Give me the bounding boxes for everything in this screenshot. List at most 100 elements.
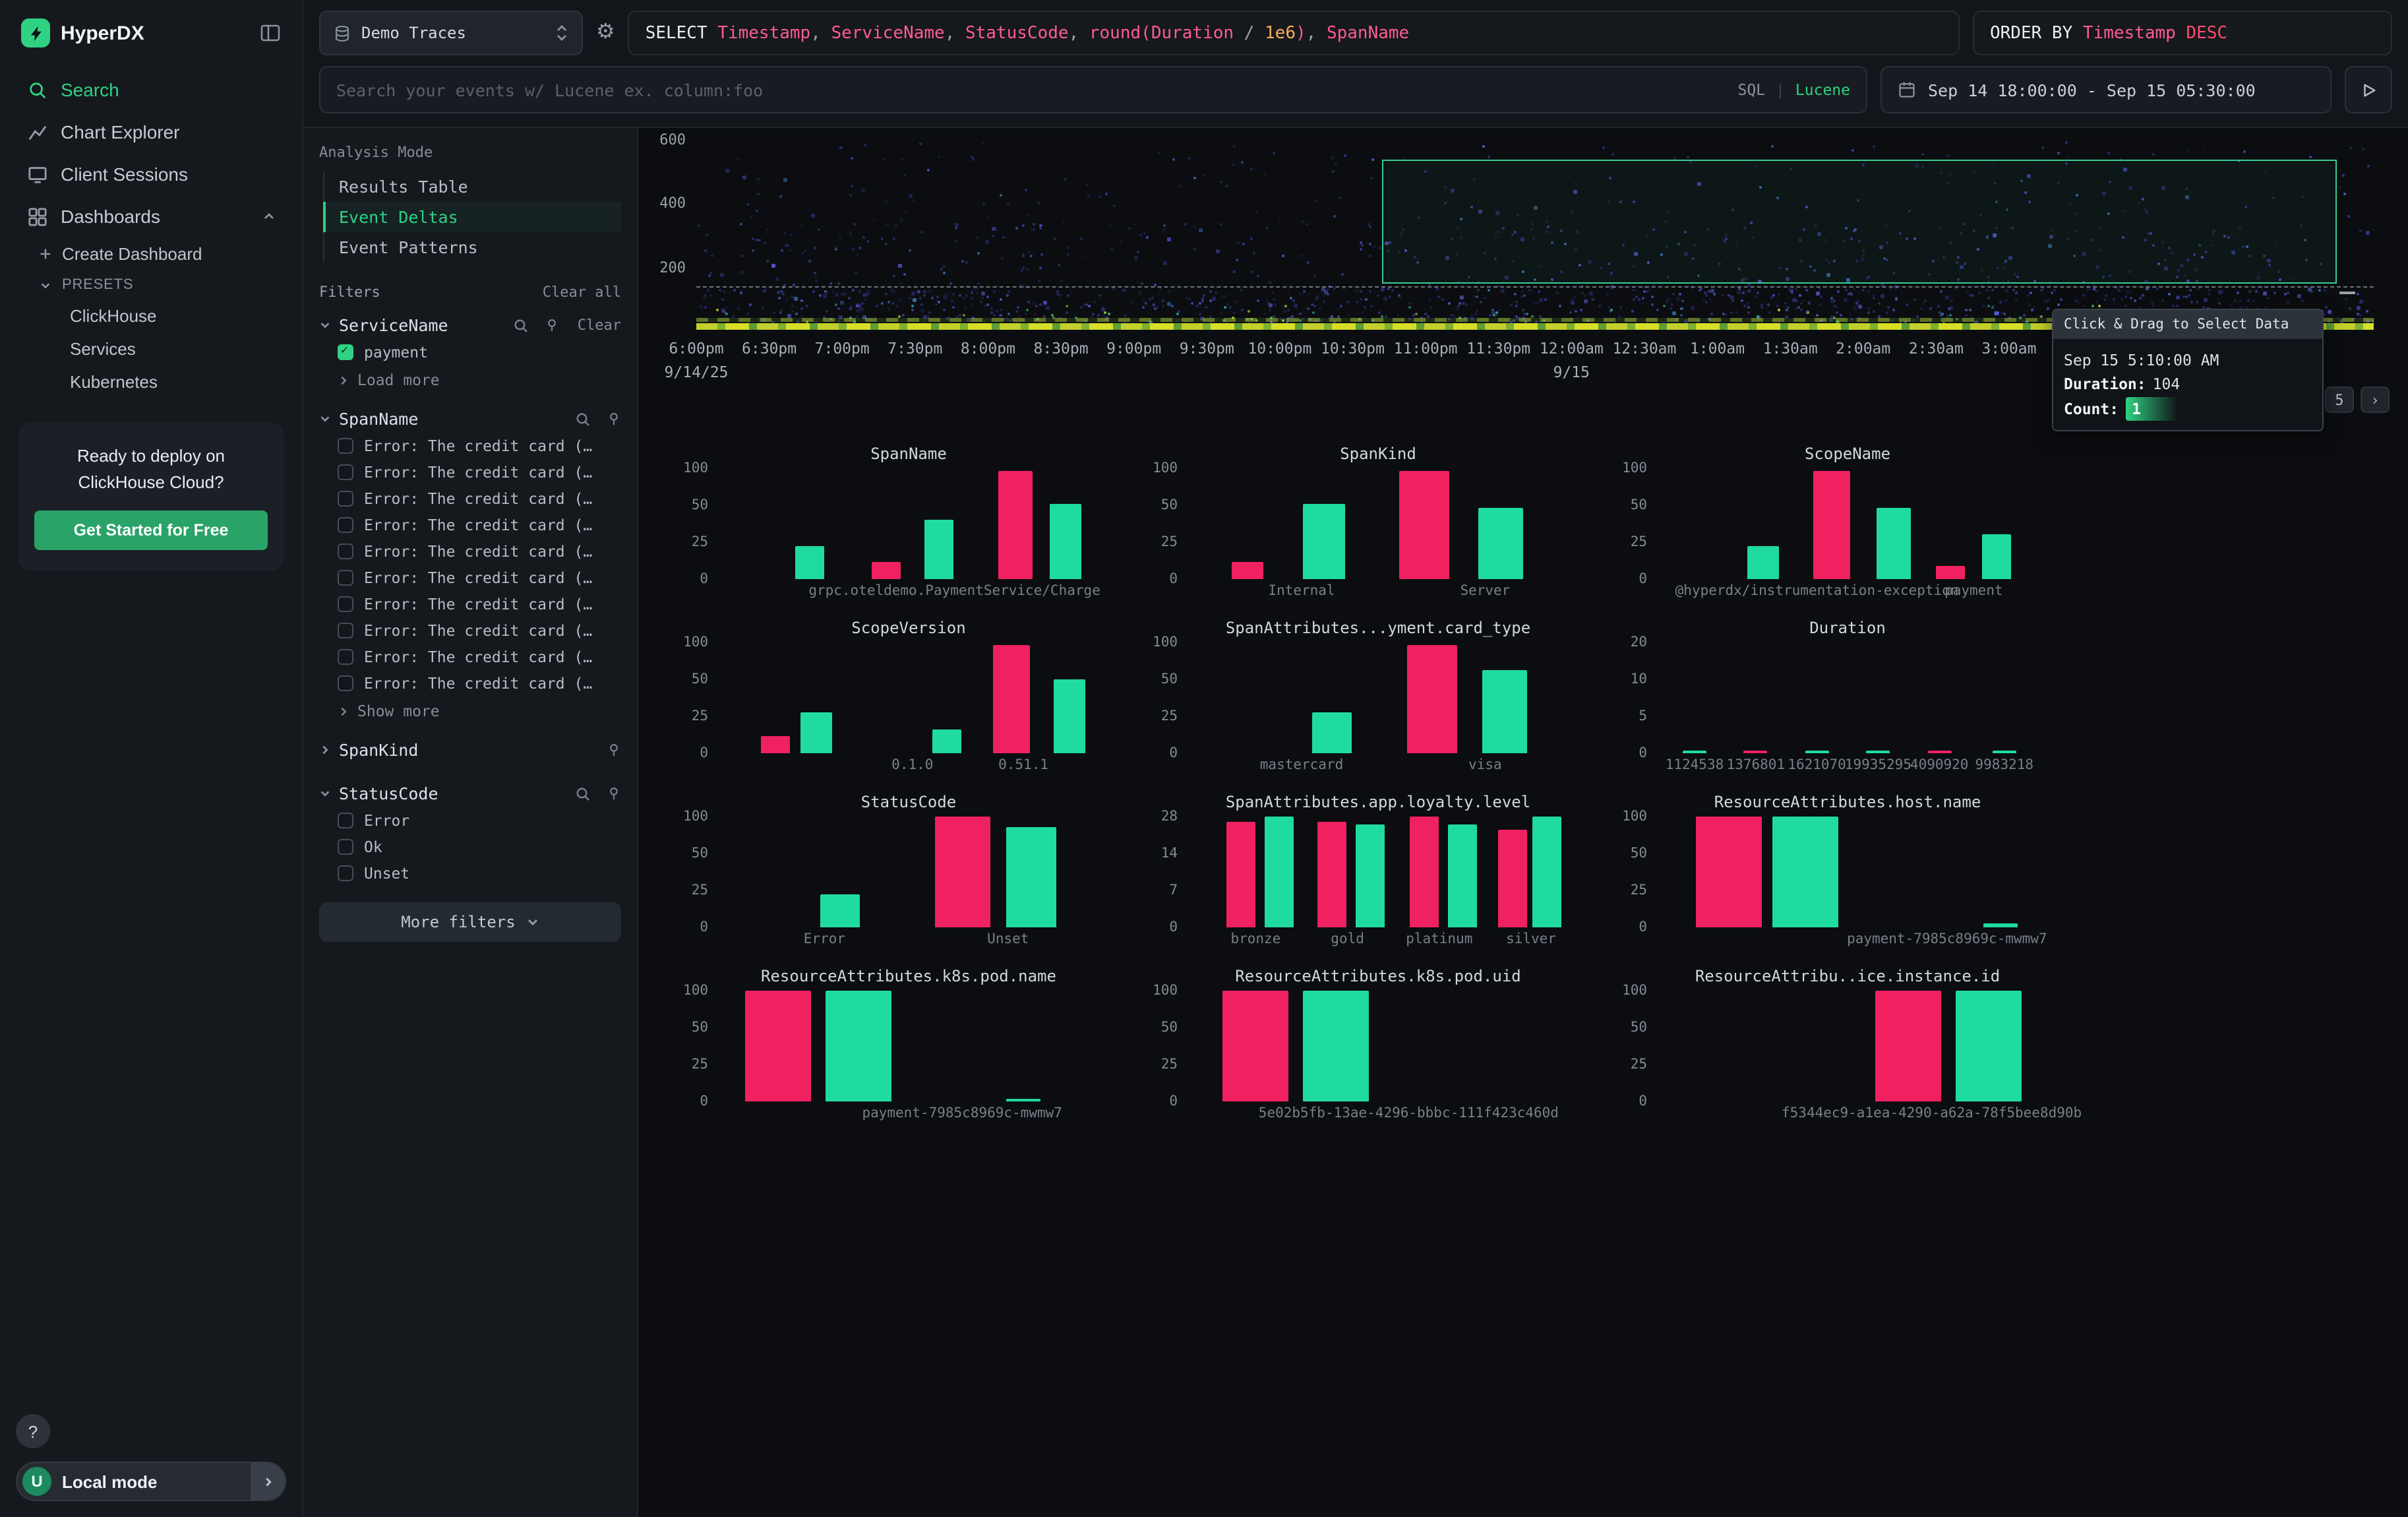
checkbox[interactable]	[338, 438, 353, 454]
search-icon[interactable]	[575, 411, 591, 427]
mini-chart-plot[interactable]	[1187, 642, 1569, 753]
chart-icon	[26, 122, 47, 142]
mini-chart-plot[interactable]	[717, 817, 1100, 927]
page-button[interactable]: 5	[2325, 387, 2354, 413]
sql-token: ServiceName	[831, 23, 945, 43]
more-filters-button[interactable]: More filters	[319, 902, 621, 942]
mini-chart-plot[interactable]	[1656, 642, 2039, 753]
presets-toggle[interactable]: PRESETS	[29, 270, 284, 299]
checkbox[interactable]	[338, 344, 353, 360]
sidebar-item-client-sessions[interactable]: Client Sessions	[18, 153, 284, 195]
mini-chart-plot[interactable]	[1656, 991, 2039, 1101]
dashboards-submenu: Create Dashboard PRESETS ClickHouse Serv…	[18, 237, 284, 398]
checkbox[interactable]	[338, 517, 353, 533]
checkbox[interactable]	[338, 596, 353, 612]
heatmap-plot[interactable]	[696, 133, 2374, 331]
checkbox[interactable]	[338, 491, 353, 507]
mini-chart-plot[interactable]	[1187, 468, 1569, 579]
checkbox[interactable]	[338, 570, 353, 586]
filter-checkbox-row[interactable]: Error: The credit card (…	[319, 512, 621, 538]
load-more-button[interactable]: Load more	[319, 365, 621, 389]
filter-checkbox-row[interactable]: Error: The credit card (…	[319, 433, 621, 459]
sql-mode-toggle[interactable]: SQL	[1737, 80, 1765, 99]
settings-gear-icon[interactable]: ⚙	[596, 22, 615, 44]
chevron-right-icon	[338, 705, 349, 717]
heatmap-yaxis: 200400600	[638, 133, 696, 331]
pin-icon[interactable]	[607, 743, 621, 757]
search-input[interactable]	[336, 80, 1727, 100]
filter-checkbox-row[interactable]: Error: The credit card (…	[319, 538, 621, 565]
x-tick-label: 1124538	[1666, 757, 1724, 773]
analysis-mode-option[interactable]: Event Deltas	[323, 202, 621, 232]
filter-checkbox-row[interactable]: Error: The credit card (…	[319, 459, 621, 485]
filters-header: Filters Clear all	[319, 284, 621, 301]
mini-chart-plot[interactable]	[1656, 817, 2039, 927]
filter-group-header[interactable]: ServiceNameClear	[319, 311, 621, 339]
next-page-button[interactable]: ›	[2361, 387, 2390, 413]
sidebar-item-chart-explorer[interactable]: Chart Explorer	[18, 111, 284, 153]
filter-checkbox-row[interactable]: Error	[319, 807, 621, 834]
filter-checkbox-row[interactable]: Error: The credit card (…	[319, 670, 621, 697]
x-tick-label: 2:00am	[1836, 339, 1890, 357]
drag-selection-box[interactable]	[1382, 159, 2337, 284]
pin-icon[interactable]	[607, 412, 621, 426]
filter-checkbox-row[interactable]: Error: The credit card (…	[319, 485, 621, 512]
mini-chart-plot[interactable]	[717, 468, 1100, 579]
source-select[interactable]: Demo Traces	[319, 11, 583, 55]
filter-group-header[interactable]: StatusCode	[319, 780, 621, 807]
checkbox[interactable]	[338, 464, 353, 480]
get-started-button[interactable]: Get Started for Free	[34, 511, 268, 550]
load-more-button[interactable]: Show more	[319, 697, 621, 720]
order-by-input[interactable]: ORDER BY Timestamp DESC	[1973, 11, 2392, 55]
filter-checkbox-row[interactable]: Error: The credit card (…	[319, 644, 621, 670]
clear-filter-button[interactable]: Clear	[578, 317, 621, 334]
filter-checkbox-row[interactable]: Error: The credit card (…	[319, 591, 621, 617]
filter-group-header[interactable]: SpanName	[319, 405, 621, 433]
filter-checkbox-row[interactable]: Error: The credit card (…	[319, 617, 621, 644]
sidebar-item-search[interactable]: Search	[18, 69, 284, 111]
mini-chart-plot[interactable]	[1656, 468, 2039, 579]
search-icon[interactable]	[575, 786, 591, 801]
checkbox[interactable]	[338, 623, 353, 638]
filter-checkbox-row[interactable]: Ok	[319, 834, 621, 860]
mini-chart-plot[interactable]	[717, 642, 1100, 753]
checkbox[interactable]	[338, 675, 353, 691]
sidebar-item-kubernetes[interactable]: Kubernetes	[29, 365, 284, 398]
mini-chart-plot[interactable]	[717, 991, 1100, 1101]
y-tick-label: 25	[692, 1057, 708, 1072]
help-button[interactable]: ?	[16, 1414, 50, 1448]
checkbox[interactable]	[338, 543, 353, 559]
date-range-picker[interactable]: Sep 14 18:00:00 - Sep 15 05:30:00	[1881, 66, 2332, 113]
checkbox[interactable]	[338, 649, 353, 665]
sidebar-item-dashboards[interactable]: Dashboards	[18, 195, 284, 237]
clear-all-button[interactable]: Clear all	[543, 284, 621, 301]
sidebar-item-services[interactable]: Services	[29, 332, 284, 365]
checkbox[interactable]	[338, 865, 353, 881]
mini-chart-plot[interactable]	[1187, 991, 1569, 1101]
mini-chart-xaxis: grpc.oteldemo.PaymentService/Charge	[717, 579, 1100, 600]
filter-group-header[interactable]: SpanKind	[319, 736, 621, 764]
filter-checkbox-row[interactable]: Error: The credit card (…	[319, 565, 621, 591]
mini-chart-plot[interactable]	[1187, 817, 1569, 927]
checkbox[interactable]	[338, 813, 353, 828]
analysis-mode-option[interactable]: Event Patterns	[323, 232, 621, 263]
collapse-sidebar-icon[interactable]	[260, 22, 281, 44]
filter-checkbox-row[interactable]: Unset	[319, 860, 621, 886]
run-query-button[interactable]	[2345, 66, 2392, 113]
collapse-handle-icon[interactable]	[2339, 292, 2355, 294]
sidebar-item-clickhouse[interactable]: ClickHouse	[29, 299, 284, 332]
y-tick-label: 7	[1169, 882, 1178, 898]
pin-icon[interactable]	[545, 318, 559, 332]
pin-icon[interactable]	[607, 786, 621, 801]
analysis-mode-option[interactable]: Results Table	[323, 171, 621, 202]
y-tick-label: 100	[1153, 635, 1178, 650]
filter-checkbox-row[interactable]: payment	[319, 339, 621, 365]
checkbox[interactable]	[338, 839, 353, 855]
sql-query-input[interactable]: SELECT Timestamp, ServiceName, StatusCod…	[628, 11, 1960, 55]
search-icon[interactable]	[513, 317, 529, 333]
chevron-right-icon[interactable]	[251, 1463, 285, 1500]
lucene-mode-toggle[interactable]: Lucene	[1795, 80, 1850, 99]
local-mode-button[interactable]: U Local mode	[16, 1462, 286, 1501]
create-dashboard-button[interactable]: Create Dashboard	[29, 237, 284, 270]
search-bar[interactable]: SQL | Lucene	[319, 66, 1867, 113]
